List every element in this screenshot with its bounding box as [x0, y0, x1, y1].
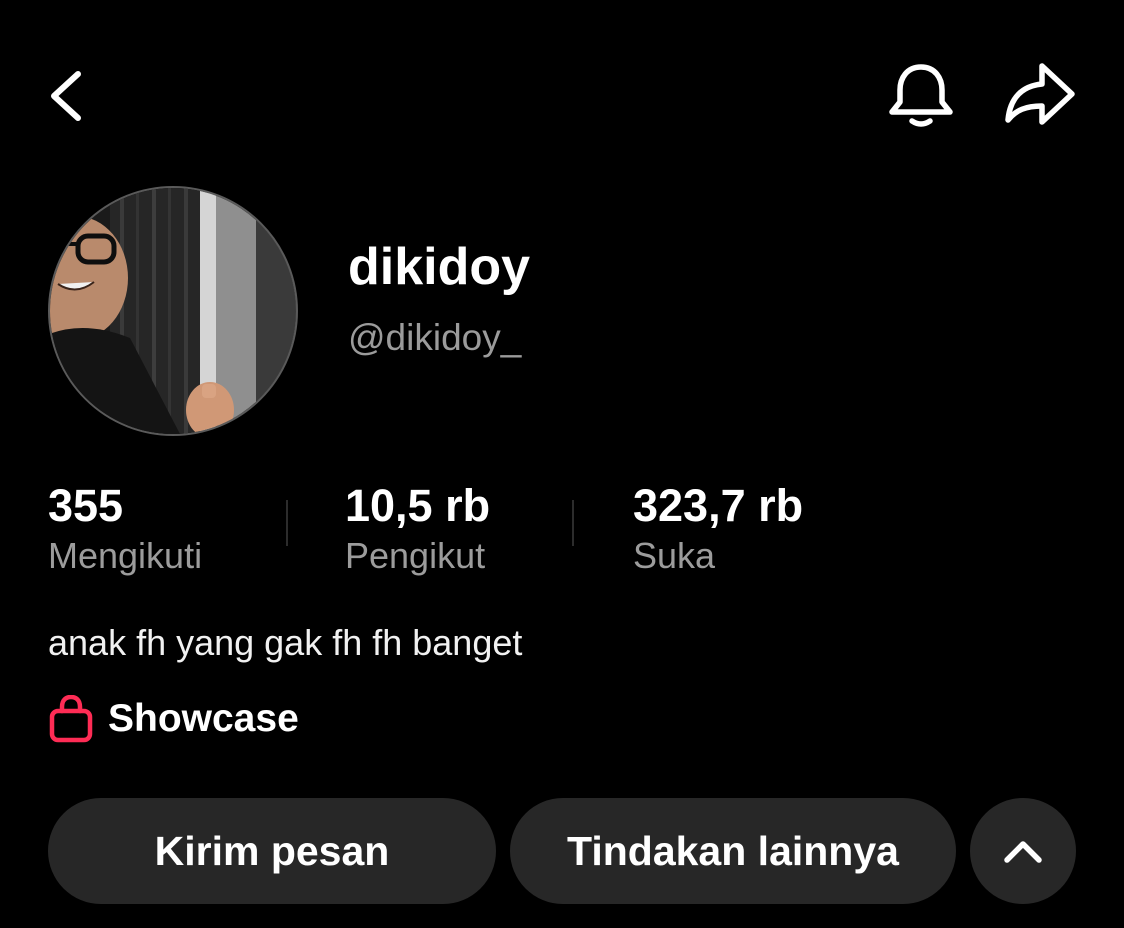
followers-label[interactable]: Pengikut: [345, 533, 485, 579]
username: @dikidoy_: [348, 317, 522, 358]
send-message-button[interactable]: Kirim pesan: [48, 798, 496, 904]
avatar-photo: [50, 188, 296, 434]
stats-divider: [572, 500, 574, 546]
bio: anak fh yang gak fh fh banget: [48, 622, 523, 663]
share-arrow-icon: [1005, 63, 1075, 125]
followers-count[interactable]: 10,5 rb: [345, 478, 490, 534]
send-message-label: Kirim pesan: [154, 827, 390, 874]
notifications-button[interactable]: [884, 58, 958, 132]
stats-divider: [286, 500, 288, 546]
showcase-link[interactable]: Showcase: [48, 692, 299, 746]
chevron-left-icon: [51, 71, 81, 121]
likes-count: 323,7 rb: [633, 480, 804, 531]
showcase-label: Showcase: [108, 697, 299, 740]
collapse-suggestions-button[interactable]: [970, 798, 1076, 904]
avatar[interactable]: [48, 186, 298, 436]
following-label[interactable]: Mengikuti: [48, 533, 202, 579]
display-name: dikidoy: [348, 238, 531, 296]
shopping-bag-icon: [49, 695, 93, 743]
following-count[interactable]: 355: [48, 478, 123, 534]
likes-label: Suka: [633, 535, 716, 576]
more-actions-label: Tindakan lainnya: [567, 827, 899, 874]
bell-icon: [889, 64, 953, 127]
chevron-up-icon: [1004, 841, 1042, 863]
more-actions-button[interactable]: Tindakan lainnya: [510, 798, 956, 904]
back-button[interactable]: [40, 62, 100, 128]
share-button[interactable]: [998, 58, 1082, 132]
